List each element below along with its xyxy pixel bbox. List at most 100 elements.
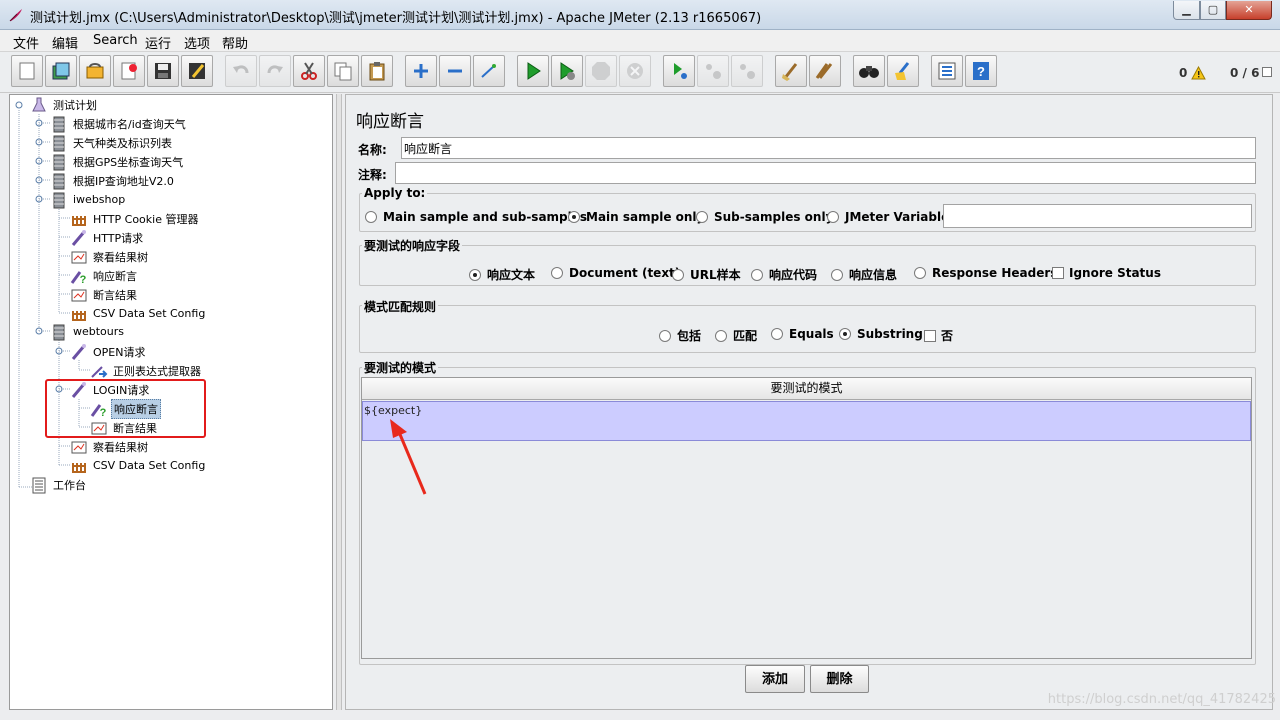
tree-node-thread-group[interactable]: 根据GPS坐标查询天气 — [50, 152, 185, 171]
jmeter-variable-field[interactable] — [943, 204, 1252, 228]
tree-toggle-root[interactable] — [15, 101, 23, 109]
apply-main-only-radio[interactable]: Main sample only — [568, 210, 704, 224]
clear-all-button[interactable] — [809, 55, 841, 87]
close-file-button[interactable] — [113, 55, 145, 87]
field-response-code-radio[interactable]: 响应代码 — [751, 266, 817, 283]
redo-button[interactable] — [259, 55, 291, 87]
tree-node-thread-group[interactable]: 根据城市名/id查询天气 — [50, 114, 188, 133]
clear-button[interactable] — [775, 55, 807, 87]
remote-stop-button[interactable] — [697, 55, 729, 87]
remote-start-icon — [674, 63, 687, 79]
save-as-button[interactable] — [181, 55, 213, 87]
save-button[interactable] — [147, 55, 179, 87]
tree-node-listener[interactable]: 察看结果树 — [70, 437, 150, 456]
thread-group-icon — [53, 154, 65, 170]
apply-sub-only-radio[interactable]: Sub-samples only — [696, 210, 833, 224]
play-no-timers-icon — [560, 62, 575, 80]
field-response-headers-radio[interactable]: Response Headers — [914, 266, 1057, 280]
apply-jmeter-variable-radio[interactable]: JMeter Variable — [827, 210, 949, 224]
tree-toggle-group-1[interactable] — [35, 119, 43, 127]
tree-node-listener[interactable]: 断言结果 — [70, 285, 139, 304]
stop-button[interactable] — [585, 55, 617, 87]
patterns-column-header[interactable]: 要测试的模式 — [362, 378, 1251, 400]
tree-toggle-group-4[interactable] — [35, 176, 43, 184]
menu-options[interactable]: 选项 — [184, 33, 210, 52]
test-plan-tree[interactable]: 测试计划 根据城市名/id查询天气 天气种类及标识列表 根据GPS坐标查询天气 … — [9, 94, 333, 710]
paste-button[interactable] — [361, 55, 393, 87]
tree-node-thread-group[interactable]: webtours — [50, 322, 126, 341]
table-row[interactable]: ${expect} — [362, 401, 1251, 441]
tree-node-thread-group[interactable]: 天气种类及标识列表 — [50, 133, 174, 152]
tree-toggle-iwebshop[interactable] — [35, 195, 43, 203]
patterns-table[interactable]: 要测试的模式 ${expect} — [361, 377, 1252, 659]
help-button[interactable]: ? — [965, 55, 997, 87]
error-count: 0 — [1179, 66, 1188, 80]
menu-search[interactable]: Search — [93, 33, 138, 48]
add-button[interactable]: 添加 — [745, 665, 805, 693]
checkbox-box — [1052, 267, 1064, 279]
comment-field[interactable] — [395, 162, 1256, 184]
tree-toggle-webtours[interactable] — [35, 327, 43, 335]
close-button[interactable]: ✕ — [1226, 1, 1272, 20]
tree-node-workbench[interactable]: 工作台 — [30, 475, 88, 494]
tree-node-thread-group[interactable]: iwebshop — [50, 190, 127, 209]
tree-toggle-group-3[interactable] — [35, 157, 43, 165]
tree-node-thread-group[interactable]: 根据IP查询地址V2.0 — [50, 171, 176, 190]
new-button[interactable] — [11, 55, 43, 87]
templates-button[interactable] — [45, 55, 77, 87]
tree-node-listener[interactable]: 察看结果树 — [70, 247, 150, 266]
maximize-button[interactable]: ▢ — [1200, 1, 1226, 20]
binoculars-search-icon — [859, 66, 879, 78]
menu-file[interactable]: 文件 — [13, 33, 39, 52]
minimize-button[interactable]: ▁ — [1173, 1, 1200, 20]
menu-help[interactable]: 帮助 — [222, 33, 248, 52]
rule-matches-radio[interactable]: 匹配 — [715, 327, 757, 344]
collapse-all-button[interactable] — [439, 55, 471, 87]
radio-label: URL样本 — [690, 268, 741, 282]
rule-contains-radio[interactable]: 包括 — [659, 327, 701, 344]
radio-dot — [696, 211, 708, 223]
field-url-sample-radio[interactable]: URL样本 — [672, 266, 741, 283]
shutdown-button[interactable] — [619, 55, 651, 87]
rule-substring-radio[interactable]: Substring — [839, 327, 923, 341]
rule-equals-radio[interactable]: Equals — [771, 327, 834, 341]
remote-shutdown-button[interactable] — [731, 55, 763, 87]
delete-button[interactable]: 删除 — [810, 665, 869, 693]
cut-button[interactable] — [293, 55, 325, 87]
reset-search-button[interactable] — [887, 55, 919, 87]
search-button[interactable] — [853, 55, 885, 87]
undo-button[interactable] — [225, 55, 257, 87]
menu-edit[interactable]: 编辑 — [52, 33, 78, 52]
copy-button[interactable] — [327, 55, 359, 87]
panel-splitter[interactable] — [336, 94, 342, 710]
tree-node-test-plan[interactable]: 测试计划 — [30, 95, 99, 114]
apply-main-and-sub-radio[interactable]: Main sample and sub-samples — [365, 210, 587, 224]
start-button[interactable] — [517, 55, 549, 87]
field-document-radio[interactable]: Document (text) — [551, 266, 680, 280]
expand-all-button[interactable] — [405, 55, 437, 87]
radio-label: Sub-samples only — [714, 210, 834, 224]
tree-node-config[interactable]: CSV Data Set Config — [70, 304, 207, 323]
tree-node-sampler[interactable]: HTTP请求 — [70, 228, 145, 247]
field-response-message-radio[interactable]: 响应信息 — [831, 266, 897, 283]
open-button[interactable] — [79, 55, 111, 87]
ignore-status-checkbox[interactable]: Ignore Status — [1052, 266, 1161, 280]
workbench-icon — [32, 477, 46, 493]
tree-node-extractor[interactable]: 正则表达式提取器 — [90, 361, 203, 380]
tree-node-config[interactable]: CSV Data Set Config — [70, 456, 207, 475]
radio-dot — [672, 268, 684, 281]
tree-node-assertion[interactable]: ? 响应断言 — [70, 266, 139, 285]
not-checkbox[interactable]: 否 — [924, 327, 953, 344]
tree-toggle-open-request[interactable] — [55, 347, 63, 355]
field-response-text-radio[interactable]: 响应文本 — [469, 266, 535, 283]
warning-icon[interactable] — [1191, 66, 1206, 80]
name-field[interactable] — [401, 137, 1256, 159]
remote-start-button[interactable] — [663, 55, 695, 87]
toggle-button[interactable] — [473, 55, 505, 87]
menu-run[interactable]: 运行 — [145, 33, 171, 52]
tree-node-config[interactable]: HTTP Cookie 管理器 — [70, 209, 200, 228]
tree-toggle-group-2[interactable] — [35, 138, 43, 146]
function-helper-button[interactable] — [931, 55, 963, 87]
start-no-pauses-button[interactable] — [551, 55, 583, 87]
tree-node-sampler[interactable]: OPEN请求 — [70, 342, 147, 361]
